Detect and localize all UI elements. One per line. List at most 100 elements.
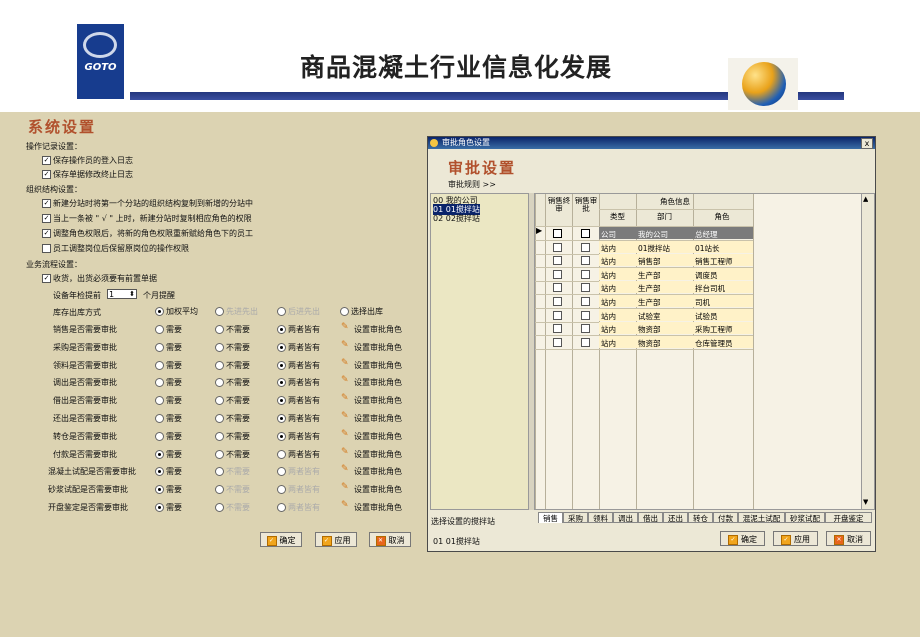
- both-radio[interactable]: [277, 503, 286, 512]
- flow-presheet-checkbox[interactable]: ✓: [42, 274, 51, 283]
- sale-final-checkbox[interactable]: [553, 283, 562, 292]
- tab-module[interactable]: 砂浆试配: [785, 512, 825, 523]
- both-radio[interactable]: [277, 485, 286, 494]
- log-modify-checkbox[interactable]: ✓: [42, 170, 51, 179]
- pencil-icon[interactable]: ✎: [341, 393, 349, 403]
- close-icon[interactable]: x: [861, 138, 873, 149]
- both-radio[interactable]: [277, 414, 286, 423]
- set-role-link[interactable]: 设置审批角色: [354, 342, 402, 353]
- set-role-link[interactable]: 设置审批角色: [354, 466, 402, 477]
- no-need-radio[interactable]: [215, 343, 224, 352]
- pencil-icon[interactable]: ✎: [341, 322, 349, 332]
- need-radio[interactable]: [155, 396, 164, 405]
- set-role-link[interactable]: 设置审批角色: [354, 395, 402, 406]
- vertical-scrollbar[interactable]: [861, 194, 874, 509]
- sale-approve-checkbox[interactable]: [581, 283, 590, 292]
- org-keep-checkbox[interactable]: [42, 244, 51, 253]
- set-role-link[interactable]: 设置审批角色: [354, 484, 402, 495]
- stock-weighted-radio[interactable]: [155, 307, 164, 316]
- spinner-arrows-icon[interactable]: ⬍: [129, 289, 135, 299]
- both-radio[interactable]: [277, 325, 286, 334]
- tab-module[interactable]: 开盘鉴定: [825, 512, 872, 523]
- scroll-up-icon[interactable]: ▲: [863, 195, 868, 203]
- approval-rules-link[interactable]: 审批规则 >>: [448, 179, 496, 190]
- sale-approve-checkbox[interactable]: [581, 229, 590, 238]
- left-ok-button[interactable]: ✓ 确定: [260, 532, 302, 547]
- need-radio[interactable]: [155, 343, 164, 352]
- org-copy-checkbox[interactable]: ✓: [42, 199, 51, 208]
- both-radio[interactable]: [277, 361, 286, 370]
- pencil-icon[interactable]: ✎: [341, 340, 349, 350]
- sale-final-checkbox[interactable]: [553, 256, 562, 265]
- need-radio[interactable]: [155, 485, 164, 494]
- stock-fifo-radio[interactable]: [215, 307, 224, 316]
- pencil-icon[interactable]: ✎: [341, 358, 349, 368]
- left-apply-button[interactable]: ✓ 应用: [315, 532, 357, 547]
- tab-module[interactable]: 采购: [563, 512, 588, 523]
- left-cancel-button[interactable]: ✕ 取消: [369, 532, 411, 547]
- sale-final-checkbox[interactable]: [553, 297, 562, 306]
- sale-approve-checkbox[interactable]: [581, 338, 590, 347]
- need-radio[interactable]: [155, 432, 164, 441]
- stock-lifo-radio[interactable]: [277, 307, 286, 316]
- set-role-link[interactable]: 设置审批角色: [354, 360, 402, 371]
- no-need-radio[interactable]: [215, 432, 224, 441]
- sale-final-checkbox[interactable]: [553, 229, 562, 238]
- sale-approve-checkbox[interactable]: [581, 270, 590, 279]
- tab-module[interactable]: 付款: [713, 512, 738, 523]
- set-role-link[interactable]: 设置审批角色: [354, 502, 402, 513]
- sale-final-checkbox[interactable]: [553, 243, 562, 252]
- dialog-apply-button[interactable]: ✓ 应用: [773, 531, 818, 546]
- both-radio[interactable]: [277, 432, 286, 441]
- log-login-checkbox[interactable]: ✓: [42, 156, 51, 165]
- org-adjust-checkbox[interactable]: ✓: [42, 229, 51, 238]
- tab-module[interactable]: 销售: [538, 512, 563, 523]
- tab-module[interactable]: 还出: [663, 512, 688, 523]
- sale-approve-checkbox[interactable]: [581, 256, 590, 265]
- need-radio[interactable]: [155, 450, 164, 459]
- sale-approve-checkbox[interactable]: [581, 297, 590, 306]
- sale-final-checkbox[interactable]: [553, 311, 562, 320]
- pencil-icon[interactable]: ✎: [341, 429, 349, 439]
- need-radio[interactable]: [155, 325, 164, 334]
- pencil-icon[interactable]: ✎: [341, 447, 349, 457]
- need-radio[interactable]: [155, 503, 164, 512]
- tab-module[interactable]: 领料: [588, 512, 613, 523]
- reminder-months-input[interactable]: 1 ⬍: [107, 289, 137, 299]
- tab-module[interactable]: 混泥土试配: [738, 512, 785, 523]
- pencil-icon[interactable]: ✎: [341, 500, 349, 510]
- sale-final-checkbox[interactable]: [553, 324, 562, 333]
- set-role-link[interactable]: 设置审批角色: [354, 449, 402, 460]
- dialog-cancel-button[interactable]: ✕ 取消: [826, 531, 871, 546]
- scroll-down-icon[interactable]: ▼: [863, 498, 868, 506]
- sale-final-checkbox[interactable]: [553, 270, 562, 279]
- no-need-radio[interactable]: [215, 450, 224, 459]
- no-need-radio[interactable]: [215, 414, 224, 423]
- tab-module[interactable]: 转仓: [688, 512, 713, 523]
- sale-approve-checkbox[interactable]: [581, 324, 590, 333]
- sale-approve-checkbox[interactable]: [581, 243, 590, 252]
- both-radio[interactable]: [277, 343, 286, 352]
- dialog-ok-button[interactable]: ✓ 确定: [720, 531, 765, 546]
- station-list[interactable]: 00 我的公司 01 01搅拌站 02 02搅拌站: [430, 193, 529, 510]
- both-radio[interactable]: [277, 467, 286, 476]
- both-radio[interactable]: [277, 396, 286, 405]
- no-need-radio[interactable]: [215, 396, 224, 405]
- sale-final-checkbox[interactable]: [553, 338, 562, 347]
- set-role-link[interactable]: 设置审批角色: [354, 324, 402, 335]
- no-need-radio[interactable]: [215, 467, 224, 476]
- need-radio[interactable]: [155, 414, 164, 423]
- pencil-icon[interactable]: ✎: [341, 464, 349, 474]
- tab-module[interactable]: 借出: [638, 512, 663, 523]
- pencil-icon[interactable]: ✎: [341, 375, 349, 385]
- sale-approve-checkbox[interactable]: [581, 311, 590, 320]
- no-need-radio[interactable]: [215, 361, 224, 370]
- pencil-icon[interactable]: ✎: [341, 411, 349, 421]
- no-need-radio[interactable]: [215, 503, 224, 512]
- set-role-link[interactable]: 设置审批角色: [354, 431, 402, 442]
- no-need-radio[interactable]: [215, 485, 224, 494]
- set-role-link[interactable]: 设置审批角色: [354, 377, 402, 388]
- need-radio[interactable]: [155, 378, 164, 387]
- station-item[interactable]: 02 02搅拌站: [433, 213, 480, 224]
- tab-module[interactable]: 调出: [613, 512, 638, 523]
